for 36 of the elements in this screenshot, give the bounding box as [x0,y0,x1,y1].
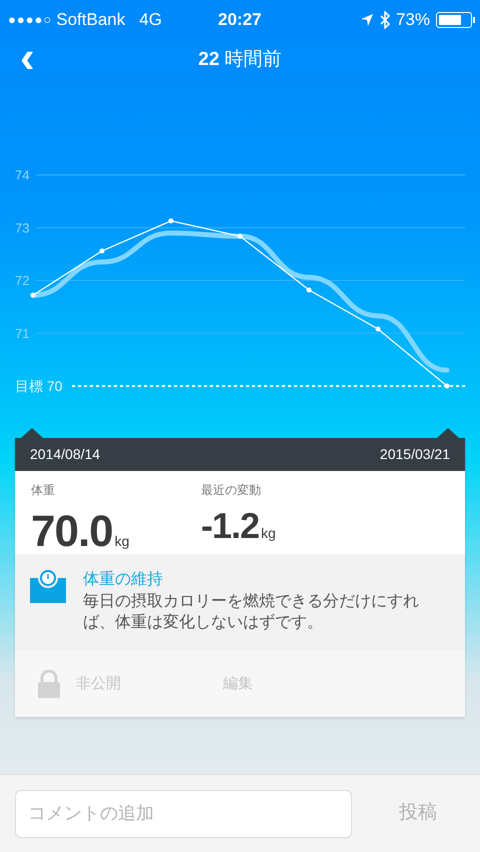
stat-label: 最近の変動 [201,482,262,499]
comment-field[interactable]: コメントの追加 [15,790,352,838]
end-date: 2015/03/21 [380,445,450,464]
axis-label: 73 [15,220,30,236]
bluetooth-icon [380,11,390,29]
axis-label: 72 [15,273,30,288]
axis-label: 71 [15,326,30,341]
tip-text: 毎日の摂取カロリーを燃焼できる分だけにすれば、体重は変化しないはずです。 [83,592,420,633]
back-button[interactable]: ‹ [20,34,35,82]
clock-time: 20:27 [218,9,262,32]
data-point [238,234,242,239]
post-button[interactable]: 投稿 [399,799,437,828]
carrier-name: SoftBank [56,9,126,32]
location-arrow-icon [360,13,374,27]
network-type: 4G [139,9,162,32]
axis-label: 74 [15,168,30,182]
battery-icon [436,12,472,28]
stat-unit: kg [114,532,130,551]
tip-title: 体重の維持 [83,570,164,590]
goal-label: 目標 70 [15,378,62,394]
start-date: 2014/08/14 [30,445,100,464]
signal-strength: ●●●●○ [8,11,52,30]
battery-percent: 73% [396,9,430,32]
data-point [444,384,450,388]
data-point [306,288,312,292]
stat-unit: kg [261,524,276,543]
data-point [376,326,380,332]
stat-value: 70.0 [31,506,113,558]
data-point [30,292,36,298]
screen-title: 22 時間前 [198,48,282,72]
data-point [168,218,174,224]
scale-icon [30,569,66,605]
lock-icon [37,670,61,698]
stat-label: 体重 [31,482,56,499]
data-point [100,248,104,254]
stat-value: -1.2 [201,504,260,548]
